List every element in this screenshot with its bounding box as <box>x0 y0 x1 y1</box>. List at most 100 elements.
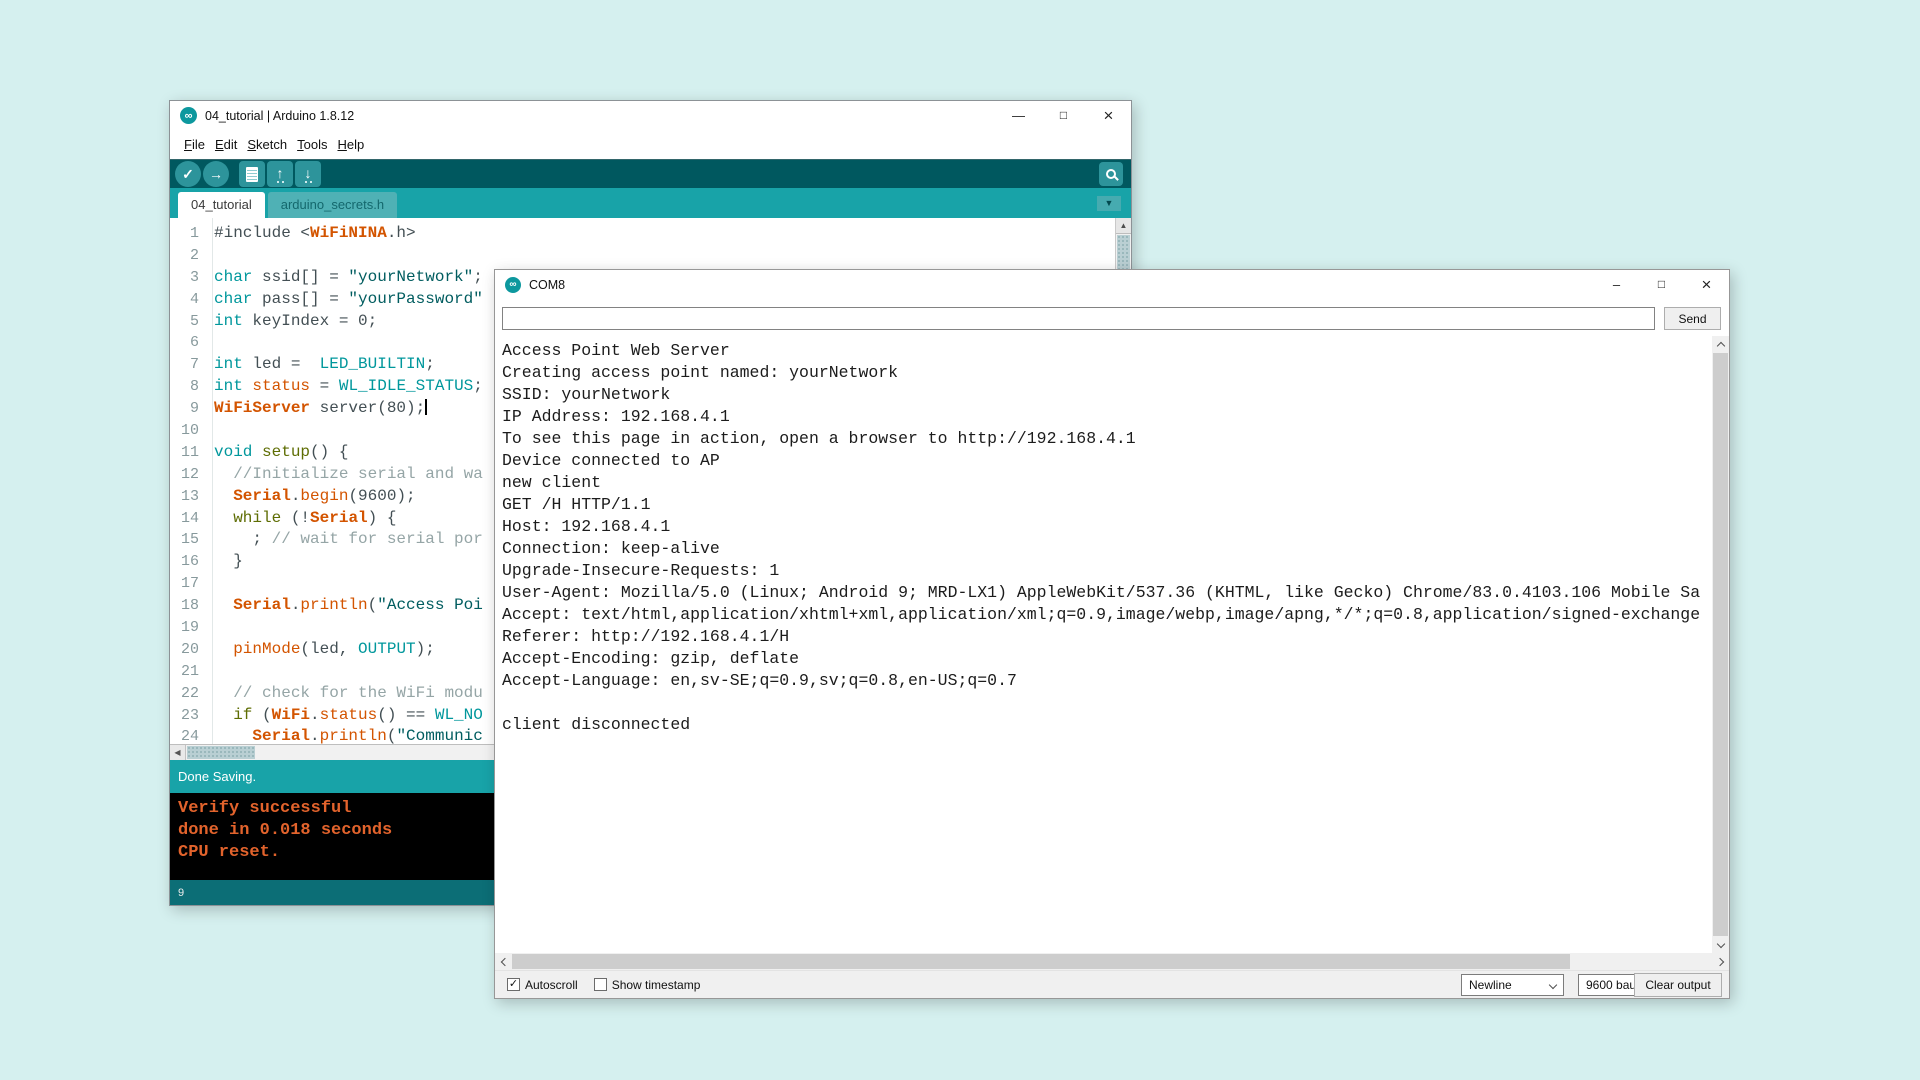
show-timestamp-checkbox[interactable] <box>594 978 607 991</box>
code-text: //Initialize serial and wa <box>214 465 483 483</box>
scroll-up-arrow-icon[interactable] <box>1712 336 1729 353</box>
editor-hscroll-thumb[interactable] <box>187 746 255 759</box>
code-line[interactable]: 1#include <WiFiNINA.h> <box>170 223 1131 245</box>
line-number: 8 <box>170 376 208 398</box>
serial-hscroll-thumb[interactable] <box>512 954 1570 969</box>
document-icon <box>246 167 258 182</box>
line-number: 5 <box>170 311 208 333</box>
scroll-left-arrow-icon[interactable] <box>495 953 512 970</box>
maximize-icon[interactable]: □ <box>1041 101 1086 130</box>
line-number: 24 <box>170 726 208 744</box>
arduino-logo-icon: ∞ <box>180 107 197 124</box>
close-icon[interactable]: × <box>1684 270 1729 299</box>
serial-output[interactable]: Access Point Web ServerCreating access p… <box>495 336 1711 953</box>
new-sketch-button[interactable] <box>239 161 265 187</box>
serial-output-line: Accept-Encoding: gzip, deflate <box>502 648 1711 670</box>
serial-send-row: Send <box>495 301 1729 336</box>
minimize-icon[interactable]: – <box>1594 270 1639 299</box>
serial-vscrollbar[interactable] <box>1712 336 1729 953</box>
menu-item-help[interactable]: Help <box>332 137 369 152</box>
code-text: if (WiFi.status() == WL_NO <box>214 706 483 724</box>
menu-item-tools[interactable]: Tools <box>292 137 332 152</box>
serial-titlebar[interactable]: ∞ COM8 – □ × <box>495 270 1729 299</box>
serial-monitor-button[interactable] <box>1099 162 1123 186</box>
close-icon[interactable]: × <box>1086 101 1131 130</box>
line-number: 17 <box>170 573 208 595</box>
show-timestamp-label[interactable]: Show timestamp <box>612 978 701 992</box>
line-number: 23 <box>170 705 208 727</box>
menu-item-sketch[interactable]: Sketch <box>242 137 292 152</box>
serial-output-line: new client <box>502 472 1711 494</box>
serial-output-line: To see this page in action, open a brows… <box>502 428 1711 450</box>
code-text: int status = WL_IDLE_STATUS; <box>214 377 483 395</box>
serial-output-line: User-Agent: Mozilla/5.0 (Linux; Android … <box>502 582 1711 604</box>
send-button[interactable]: Send <box>1664 307 1721 330</box>
serial-hscrollbar[interactable] <box>495 953 1729 970</box>
code-line[interactable]: 2 <box>170 245 1131 267</box>
ide-titlebar[interactable]: ∞ 04_tutorial | Arduino 1.8.12 — □ × <box>170 101 1131 130</box>
tab-04_tutorial[interactable]: 04_tutorial <box>178 192 265 218</box>
line-number: 11 <box>170 442 208 464</box>
scroll-up-arrow-icon[interactable]: ▲ <box>1116 218 1131 234</box>
line-number: 1 <box>170 223 208 245</box>
line-number: 20 <box>170 639 208 661</box>
maximize-icon[interactable]: □ <box>1639 270 1684 299</box>
chevron-down-icon <box>1549 981 1557 989</box>
line-number: 13 <box>170 486 208 508</box>
serial-output-line: IP Address: 192.168.4.1 <box>502 406 1711 428</box>
serial-output-line: Creating access point named: yourNetwork <box>502 362 1711 384</box>
tab-list-button[interactable]: ▼ <box>1097 196 1121 211</box>
menu-item-edit[interactable]: Edit <box>210 137 242 152</box>
code-text: while (!Serial) { <box>214 509 396 527</box>
tab-strip: 04_tutorialarduino_secrets.h <box>178 188 397 218</box>
serial-output-line: client disconnected <box>502 714 1711 736</box>
scroll-right-arrow-icon[interactable] <box>1712 953 1729 970</box>
save-button[interactable]: ↓ <box>295 161 321 187</box>
serial-input[interactable] <box>502 307 1655 330</box>
serial-vscroll-thumb[interactable] <box>1713 353 1728 936</box>
line-number: 7 <box>170 354 208 376</box>
text-cursor <box>425 399 427 415</box>
code-text: Serial.println("Access Poi <box>214 596 483 614</box>
line-ending-value: Newline <box>1469 978 1512 992</box>
serial-footer: ✓ Autoscroll Show timestamp Newline 9600… <box>495 970 1729 998</box>
code-text: ; // wait for serial por <box>214 530 483 548</box>
line-number: 16 <box>170 551 208 573</box>
line-number: 19 <box>170 617 208 639</box>
open-button[interactable]: ↑ <box>267 161 293 187</box>
code-text: int led = LED_BUILTIN; <box>214 355 435 373</box>
line-number: 21 <box>170 661 208 683</box>
serial-output-line: Accept: text/html,application/xhtml+xml,… <box>502 604 1711 626</box>
serial-output-line: SSID: yourNetwork <box>502 384 1711 406</box>
line-number: 15 <box>170 529 208 551</box>
minimize-icon[interactable]: — <box>996 101 1041 130</box>
menu-item-file[interactable]: File <box>179 137 210 152</box>
serial-window-title: COM8 <box>529 278 565 292</box>
verify-button[interactable]: ✓ <box>175 161 201 187</box>
gutter-divider <box>212 218 213 744</box>
serial-output-line: Accept-Language: en,sv-SE;q=0.9,sv;q=0.8… <box>502 670 1711 692</box>
tab-arduino_secrets.h[interactable]: arduino_secrets.h <box>268 192 397 218</box>
serial-monitor-window: ∞ COM8 – □ × Send Access Point Web Serve… <box>494 269 1730 999</box>
line-ending-select[interactable]: Newline <box>1461 974 1564 996</box>
code-text: Serial.println("Communic <box>214 727 483 744</box>
serial-output-line <box>502 692 1711 714</box>
upload-button[interactable]: → <box>203 161 229 187</box>
autoscroll-label[interactable]: Autoscroll <box>525 978 578 992</box>
code-text: Serial.begin(9600); <box>214 487 416 505</box>
serial-output-line: Access Point Web Server <box>502 340 1711 362</box>
line-number: 6 <box>170 332 208 354</box>
line-number: 14 <box>170 508 208 530</box>
right-arrow-icon: → <box>209 167 223 181</box>
ide-window-controls: — □ × <box>996 101 1131 130</box>
line-number: 10 <box>170 420 208 442</box>
code-text: int keyIndex = 0; <box>214 312 377 330</box>
scroll-down-arrow-icon[interactable] <box>1712 936 1729 953</box>
line-number: 4 <box>170 289 208 311</box>
clear-output-button[interactable]: Clear output <box>1634 973 1722 997</box>
serial-output-line: Device connected to AP <box>502 450 1711 472</box>
scroll-left-arrow-icon[interactable]: ◀ <box>170 745 186 760</box>
autoscroll-checkbox[interactable]: ✓ <box>507 978 520 991</box>
serial-window-controls: – □ × <box>1594 270 1729 299</box>
code-text: char ssid[] = "yourNetwork"; <box>214 268 483 286</box>
